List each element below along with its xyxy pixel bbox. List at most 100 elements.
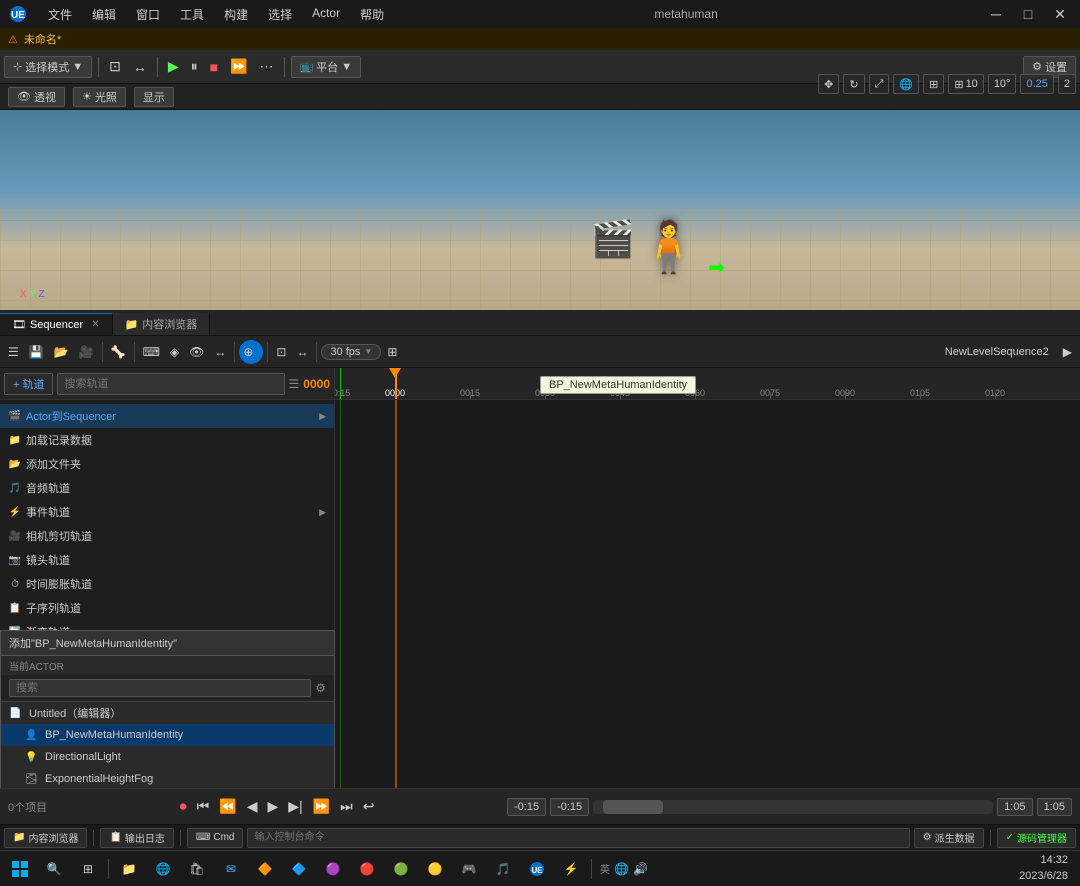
forward-btn[interactable]: ⏩ xyxy=(226,56,251,78)
dropdown-search-input[interactable] xyxy=(9,679,311,697)
menu-actor[interactable]: Actor xyxy=(308,4,344,25)
app9-icon[interactable]: ⚡ xyxy=(555,855,587,883)
more-btn[interactable]: ⋯ xyxy=(256,56,278,78)
seq-keys-btn[interactable]: ⌨ xyxy=(139,340,164,364)
ue-taskbar-icon[interactable]: UE xyxy=(521,855,553,883)
seq-snap-btn[interactable]: ⊡ xyxy=(272,340,290,364)
seq-menu-btn[interactable]: ☰ xyxy=(4,340,23,364)
timeline-scrollbar[interactable] xyxy=(593,800,993,814)
scale-tool-btn[interactable]: ⤢ xyxy=(869,74,890,94)
minimize-button[interactable]: ─ xyxy=(984,2,1008,26)
store-icon[interactable]: 🛍 xyxy=(181,855,213,883)
seq-bones-btn[interactable]: 🦴 xyxy=(107,340,130,364)
stop-btn[interactable]: ■ xyxy=(206,56,222,78)
content-browser-status-btn[interactable]: 📁 内容浏览器 xyxy=(4,828,87,848)
scrollbar-thumb[interactable] xyxy=(603,800,663,814)
track-item-actor[interactable]: 🎬 Actor到Sequencer xyxy=(0,404,334,428)
search-taskbar-icon[interactable]: 🔍 xyxy=(38,855,70,883)
sound-icon[interactable]: 🔊 xyxy=(633,862,648,876)
file-explorer-icon[interactable]: 📁 xyxy=(113,855,145,883)
tab-sequencer[interactable]: 🎞 Sequencer ✕ xyxy=(0,313,113,335)
windows-start-icon[interactable] xyxy=(4,855,36,883)
lang-indicator[interactable]: 英 xyxy=(600,861,610,876)
track-item-event[interactable]: ⚡ 事件轨道 xyxy=(0,500,334,524)
play-button[interactable]: ▶ xyxy=(263,794,282,820)
go-start-button[interactable]: ⏮ xyxy=(193,794,214,820)
scale-size-btn[interactable]: 0.25 xyxy=(1020,74,1053,94)
prev-key-button[interactable]: ⏪ xyxy=(215,794,240,820)
rotate-tool-btn[interactable]: ↻ xyxy=(843,74,864,94)
close-button[interactable]: ✕ xyxy=(1048,2,1072,26)
app4-icon[interactable]: 🔴 xyxy=(351,855,383,883)
taskview-icon[interactable]: ⊞ xyxy=(72,855,104,883)
grid-size-btn[interactable]: ⊞ 10 xyxy=(948,74,983,94)
display-btn[interactable]: 显示 xyxy=(134,87,174,107)
app3-icon[interactable]: 🟣 xyxy=(317,855,349,883)
track-filter-icon[interactable]: ☰ xyxy=(289,377,300,391)
app1-icon[interactable]: 🔶 xyxy=(249,855,281,883)
timeline-ruler[interactable]: -0:15 0000 0015 0030 0045 0060 0075 0090 xyxy=(335,368,1080,400)
dropdown-item-directionallight[interactable]: 💡 DirectionalLight xyxy=(1,746,334,768)
derive-data-btn[interactable]: ⚙ 派生数据 xyxy=(914,828,984,848)
track-item-folder[interactable]: 📂 添加文件夹 xyxy=(0,452,334,476)
platform-btn[interactable]: 📺 平台 ▼ xyxy=(291,56,362,78)
seq-auto-scroll-btn[interactable]: ↔ xyxy=(292,340,312,364)
search-settings-icon[interactable]: ⚙ xyxy=(315,681,326,695)
dropdown-item-bp-metahuman[interactable]: 👤 BP_NewMetaHumanIdentity xyxy=(1,724,334,746)
menu-select[interactable]: 选择 xyxy=(264,4,296,25)
menu-window[interactable]: 窗口 xyxy=(132,4,164,25)
browser-icon[interactable]: 🌐 xyxy=(147,855,179,883)
fps-selector[interactable]: 30 fps xyxy=(321,344,381,360)
track-search-input[interactable] xyxy=(57,373,284,395)
console-input[interactable] xyxy=(247,828,909,848)
mail-icon[interactable]: ✉ xyxy=(215,855,247,883)
seq-save-btn[interactable]: 💾 xyxy=(25,340,48,364)
track-item-timedilate[interactable]: ⏱ 时间膨胀轨道 xyxy=(0,572,334,596)
track-item-audio[interactable]: 🎵 音频轨道 xyxy=(0,476,334,500)
app2-icon[interactable]: 🔷 xyxy=(283,855,315,883)
mode-select-btn[interactable]: ⊹ 选择模式 ▼ xyxy=(4,56,92,78)
3d-viewport[interactable]: 🧍 🎬 ➡ X Y Z xyxy=(0,110,1080,310)
world-local-btn[interactable]: 🌐 xyxy=(893,74,919,94)
track-item-camera-cut[interactable]: 🎥 相机剪切轨道 xyxy=(0,524,334,548)
menu-file[interactable]: 文件 xyxy=(44,4,76,25)
menu-tools[interactable]: 工具 xyxy=(176,4,208,25)
timeline-tracks-area[interactable] xyxy=(335,400,1080,788)
loop-button[interactable]: ↩ xyxy=(359,794,379,820)
seq-filter-btn[interactable]: ◈ xyxy=(166,340,183,364)
app8-icon[interactable]: 🎵 xyxy=(487,855,519,883)
output-log-btn[interactable]: 📋 输出日志 xyxy=(100,828,173,848)
seq-extra-btn[interactable]: ⊞ xyxy=(383,340,401,364)
source-control-btn[interactable]: ✓ 源码管理器 xyxy=(997,828,1076,848)
tab-content-browser[interactable]: 📁 内容浏览器 xyxy=(113,313,211,335)
track-item-subsequence[interactable]: 📋 子序列轨道 xyxy=(0,596,334,620)
seq-record-mode-btn[interactable]: ⊕ xyxy=(239,340,263,364)
dropdown-item-heightfog[interactable]: 🌫 ExponentialHeightFog xyxy=(1,768,334,788)
surface-snapping-btn[interactable]: ⊞ xyxy=(923,74,944,94)
lighting-btn[interactable]: ☀ 光照 xyxy=(73,87,126,107)
tab-close-icon[interactable]: ✕ xyxy=(91,319,99,330)
seq-view-btn[interactable]: 👁 xyxy=(185,340,208,364)
pause-btn[interactable]: ⏸ xyxy=(187,56,202,78)
go-end-button[interactable]: ⏭ xyxy=(336,794,357,820)
seq-more-btn[interactable]: ▶ xyxy=(1059,340,1076,364)
seq-cam-btn[interactable]: 🎥 xyxy=(75,340,98,364)
app6-icon[interactable]: 🟡 xyxy=(419,855,451,883)
rotation-size-btn[interactable]: 10° xyxy=(988,74,1017,94)
next-frame-button[interactable]: ▶| xyxy=(284,794,306,820)
camera-speed-btn[interactable]: 2 xyxy=(1058,74,1076,94)
app5-icon[interactable]: 🟢 xyxy=(385,855,417,883)
move-tool-btn[interactable]: ✥ xyxy=(818,74,839,94)
network-icon[interactable]: 🌐 xyxy=(614,862,629,876)
menu-build[interactable]: 构建 xyxy=(220,4,252,25)
track-item-record[interactable]: 📁 加载记录数据 xyxy=(0,428,334,452)
menu-edit[interactable]: 编辑 xyxy=(88,4,120,25)
perspective-btn[interactable]: 👁 透视 xyxy=(8,87,65,107)
maximize-button[interactable]: □ xyxy=(1016,2,1040,26)
track-item-lens[interactable]: 📷 镜头轨道 xyxy=(0,548,334,572)
snap-btn[interactable]: ⊡ xyxy=(105,56,125,78)
prev-frame-button[interactable]: ◀ xyxy=(243,794,262,820)
taskbar-clock[interactable]: 14:32 2023/6/28 xyxy=(1019,853,1076,884)
play-movie-btn[interactable]: ▶ xyxy=(164,56,183,78)
dropdown-item-untitled[interactable]: 📄 Untitled（编辑器） xyxy=(1,702,334,724)
